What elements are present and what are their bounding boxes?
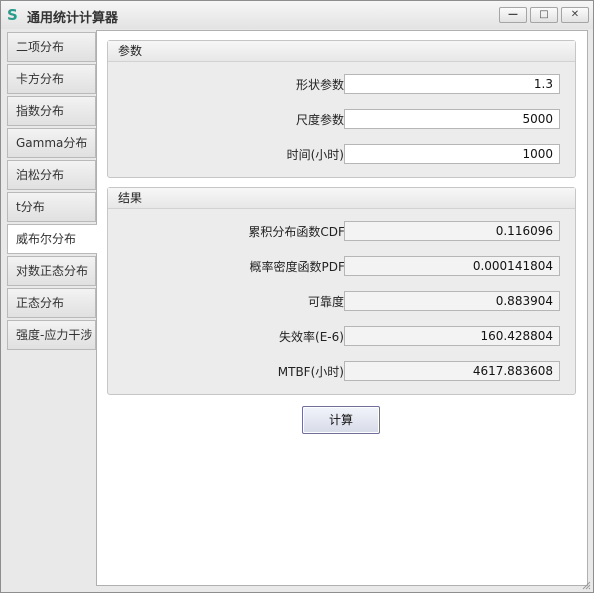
failure-rate-row: 失效率(E-6): 160.428804 [108,326,575,346]
content-panel: 参数 形状参数: 1.3 尺度参数: 5000 时间(小时): 1000 结果 … [96,30,588,586]
close-button[interactable]: ✕ [561,7,589,23]
time-label: 时间(小时): [286,148,348,162]
app-window: S 通用统计计算器 — □ ✕ 二项分布 卡方分布 指数分布 Gamma分布 泊… [0,0,594,593]
shape-input[interactable]: 1.3 [344,74,560,94]
reliability-row: 可靠度: 0.883904 [108,291,575,311]
results-header: 结果 [108,188,575,209]
maximize-button[interactable]: □ [530,7,558,23]
time-row: 时间(小时): 1000 [108,144,575,164]
shape-label: 形状参数: [295,78,348,92]
resize-grip-icon[interactable] [581,580,591,590]
reliability-output[interactable]: 0.883904 [344,291,560,311]
cdf-output[interactable]: 0.116096 [344,221,560,241]
title-bar[interactable]: S 通用统计计算器 — □ ✕ [1,1,593,29]
scale-input[interactable]: 5000 [344,109,560,129]
pdf-label: 概率密度函数PDF: [249,260,349,274]
time-input[interactable]: 1000 [344,144,560,164]
minimize-button[interactable]: — [499,7,527,23]
cdf-label: 累积分布函数CDF: [248,225,348,239]
sidebar-item-weibull[interactable]: 威布尔分布 [7,224,97,254]
scale-label: 尺度参数: [295,113,348,127]
sidebar-item-chi-square[interactable]: 卡方分布 [7,64,96,94]
failure-rate-label: 失效率(E-6): [279,330,348,344]
calculate-button[interactable]: 计算 [302,406,380,434]
sidebar-item-poisson[interactable]: 泊松分布 [7,160,96,190]
mtbf-label: MTBF(小时): [277,365,348,379]
pdf-output[interactable]: 0.000141804 [344,256,560,276]
params-header: 参数 [108,41,575,62]
sidebar-item-stress-strength[interactable]: 强度-应力干涉 [7,320,96,350]
distribution-sidebar: 二项分布 卡方分布 指数分布 Gamma分布 泊松分布 t分布 威布尔分布 对数… [7,32,97,352]
shape-row: 形状参数: 1.3 [108,74,575,94]
sidebar-item-t[interactable]: t分布 [7,192,96,222]
scale-row: 尺度参数: 5000 [108,109,575,129]
window-title: 通用统计计算器 [27,11,119,26]
params-group: 参数 形状参数: 1.3 尺度参数: 5000 时间(小时): 1000 [107,40,576,178]
failure-rate-output[interactable]: 160.428804 [344,326,560,346]
sidebar-item-gamma[interactable]: Gamma分布 [7,128,96,158]
sidebar-item-binomial[interactable]: 二项分布 [7,32,96,62]
reliability-label: 可靠度: [307,295,348,309]
app-logo-icon: S [7,6,18,24]
results-group: 结果 累积分布函数CDF: 0.116096 概率密度函数PDF: 0.0001… [107,187,576,395]
mtbf-row: MTBF(小时): 4617.883608 [108,361,575,381]
sidebar-item-exponential[interactable]: 指数分布 [7,96,96,126]
pdf-row: 概率密度函数PDF: 0.000141804 [108,256,575,276]
sidebar-item-lognormal[interactable]: 对数正态分布 [7,256,96,286]
cdf-row: 累积分布函数CDF: 0.116096 [108,221,575,241]
sidebar-item-normal[interactable]: 正态分布 [7,288,96,318]
mtbf-output[interactable]: 4617.883608 [344,361,560,381]
